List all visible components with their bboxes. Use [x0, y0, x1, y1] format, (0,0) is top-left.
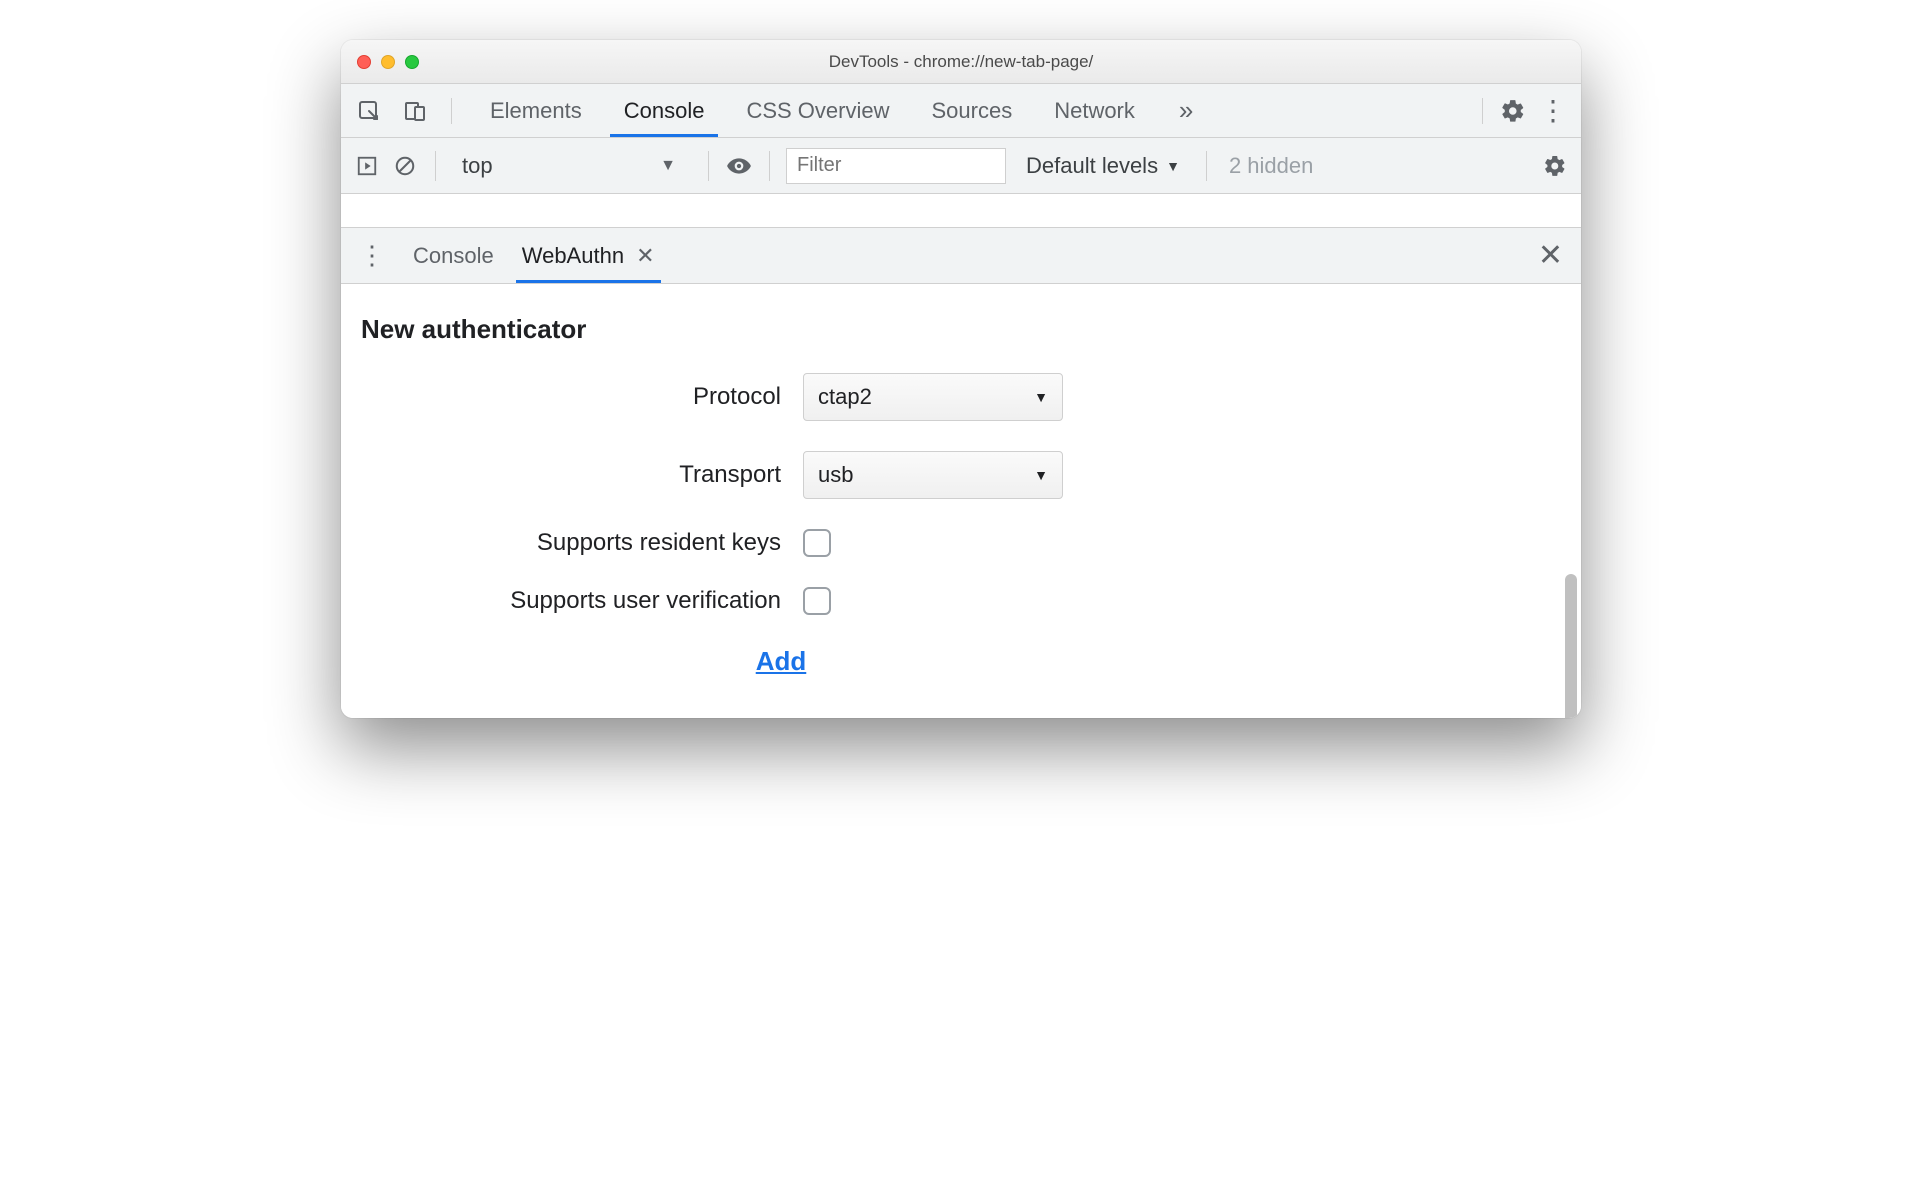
resident-keys-checkbox[interactable] — [803, 529, 831, 557]
hidden-messages-count[interactable]: 2 hidden — [1223, 153, 1319, 179]
transport-label: Transport — [361, 461, 781, 489]
drawer-tabstrip: ⋮ Console WebAuthn ✕ ✕ — [341, 228, 1581, 284]
console-output-area — [341, 194, 1581, 228]
device-toolbar-icon[interactable] — [395, 84, 435, 137]
context-selector[interactable]: top ▼ — [452, 153, 692, 179]
chevron-down-icon: ▼ — [1166, 158, 1180, 174]
console-toolbar: top ▼ Default levels ▼ 2 hidden — [341, 138, 1581, 194]
more-tabs-button[interactable]: » — [1173, 84, 1199, 137]
tab-console[interactable]: Console — [620, 84, 709, 137]
user-verification-label: Supports user verification — [361, 587, 781, 615]
chevron-down-icon: ▼ — [1034, 467, 1048, 483]
protocol-label: Protocol — [361, 383, 781, 411]
settings-button[interactable] — [1493, 84, 1533, 137]
tab-css-overview[interactable]: CSS Overview — [742, 84, 893, 137]
resident-keys-label: Supports resident keys — [361, 529, 781, 557]
window-close-button[interactable] — [357, 55, 371, 69]
chevron-down-icon: ▼ — [660, 157, 676, 175]
divider — [769, 151, 770, 181]
window-title: DevTools - chrome://new-tab-page/ — [341, 52, 1581, 72]
drawer-tab-console[interactable]: Console — [411, 228, 496, 283]
inspect-element-icon[interactable] — [349, 84, 389, 137]
close-tab-icon[interactable]: ✕ — [632, 243, 654, 269]
chevron-down-icon: ▼ — [1034, 389, 1048, 405]
divider — [1206, 151, 1207, 181]
clear-console-icon[interactable] — [391, 152, 419, 180]
divider — [451, 98, 452, 124]
transport-select[interactable]: usb ▼ — [803, 451, 1063, 499]
transport-value: usb — [818, 462, 853, 488]
close-drawer-button[interactable]: ✕ — [1538, 228, 1571, 283]
divider — [435, 151, 436, 181]
context-label: top — [462, 153, 493, 179]
scrollbar-thumb[interactable] — [1565, 574, 1577, 718]
protocol-select[interactable]: ctap2 ▼ — [803, 373, 1063, 421]
section-heading: New authenticator — [361, 314, 1561, 345]
main-menu-button[interactable]: ⋮ — [1533, 84, 1573, 137]
console-settings-button[interactable] — [1541, 152, 1569, 180]
divider — [1482, 98, 1483, 124]
add-authenticator-button[interactable]: Add — [750, 645, 813, 678]
tab-elements[interactable]: Elements — [486, 84, 586, 137]
window-minimize-button[interactable] — [381, 55, 395, 69]
devtools-window: DevTools - chrome://new-tab-page/ — [341, 40, 1581, 718]
toggle-sidebar-icon[interactable] — [353, 152, 381, 180]
tab-network[interactable]: Network — [1050, 84, 1139, 137]
user-verification-checkbox[interactable] — [803, 587, 831, 615]
live-expression-icon[interactable] — [725, 152, 753, 180]
tab-sources[interactable]: Sources — [927, 84, 1016, 137]
protocol-value: ctap2 — [818, 384, 872, 410]
titlebar: DevTools - chrome://new-tab-page/ — [341, 40, 1581, 84]
drawer-tab-webauthn[interactable]: WebAuthn ✕ — [520, 228, 657, 283]
webauthn-pane: New authenticator Protocol ctap2 ▼ Trans… — [341, 284, 1581, 718]
window-zoom-button[interactable] — [405, 55, 419, 69]
filter-input[interactable] — [786, 148, 1006, 184]
divider — [708, 151, 709, 181]
log-levels-selector[interactable]: Default levels ▼ — [1016, 153, 1190, 179]
drawer-menu-button[interactable]: ⋮ — [351, 228, 393, 283]
main-tabstrip: Elements Console CSS Overview Sources Ne… — [341, 84, 1581, 138]
